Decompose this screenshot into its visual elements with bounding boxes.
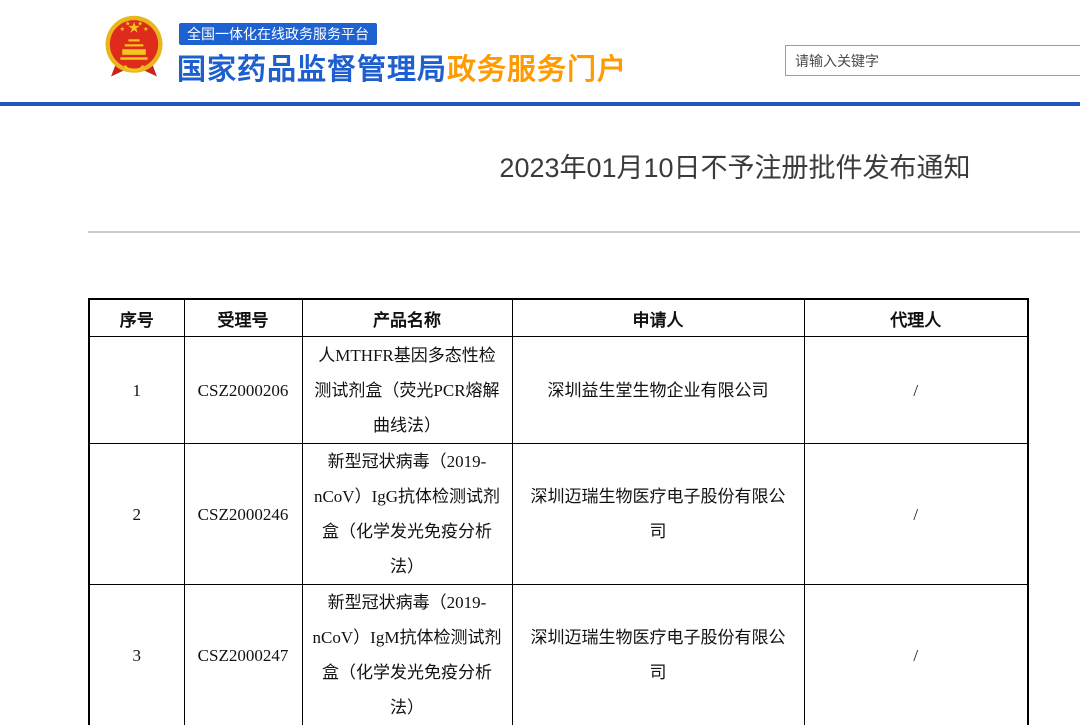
- svg-text:★: ★: [143, 26, 149, 33]
- cell-seq: 3: [89, 585, 184, 725]
- keyword-search-input[interactable]: [785, 45, 1080, 76]
- cell-product: 新型冠状病毒（2019-nCoV）IgM抗体检测试剂盒（化学发光免疫分析法）: [302, 585, 512, 725]
- site-header: ★ ★ ★ ★ ★ 全国一体化在线政务服务平台 国家药品监督管理局政务服务门户: [0, 0, 1080, 102]
- cell-applicant: 深圳迈瑞生物医疗电子股份有限公司: [512, 444, 804, 585]
- site-title-home-link[interactable]: 国家药品监督管理局政务服务门户: [177, 46, 627, 88]
- col-header-product: 产品名称: [302, 299, 512, 337]
- cell-seq: 2: [89, 444, 184, 585]
- col-header-acceptance: 受理号: [184, 299, 302, 337]
- portal-page: ★ ★ ★ ★ ★ 全国一体化在线政务服务平台 国家药品监督管理局政务服务门户 …: [0, 0, 1080, 725]
- table-row: 1 CSZ2000206 人MTHFR基因多态性检测试剂盒（荧光PCR熔解曲线法…: [89, 337, 1028, 444]
- table-row: 2 CSZ2000246 新型冠状病毒（2019-nCoV）IgG抗体检测试剂盒…: [89, 444, 1028, 585]
- title-divider-line: [88, 231, 1080, 233]
- col-header-applicant: 申请人: [512, 299, 804, 337]
- cell-acceptance: CSZ2000247: [184, 585, 302, 725]
- table-header-row: 序号 受理号 产品名称 申请人 代理人: [89, 299, 1028, 337]
- cell-agent: /: [804, 337, 1028, 444]
- national-emblem-icon: ★ ★ ★ ★ ★: [103, 12, 165, 84]
- cell-agent: /: [804, 444, 1028, 585]
- cell-acceptance: CSZ2000246: [184, 444, 302, 585]
- site-name-agency: 国家药品监督管理局: [177, 54, 447, 86]
- cell-acceptance: CSZ2000206: [184, 337, 302, 444]
- rejection-notice-table: 序号 受理号 产品名称 申请人 代理人 1 CSZ2000206 人MTHFR基…: [88, 298, 1029, 725]
- cell-product: 新型冠状病毒（2019-nCoV）IgG抗体检测试剂盒（化学发光免疫分析法）: [302, 444, 512, 585]
- cell-agent: /: [804, 585, 1028, 725]
- col-header-agent: 代理人: [804, 299, 1028, 337]
- notice-title: 2023年01月10日不予注册批件发布通知: [0, 146, 1080, 185]
- table-row: 3 CSZ2000247 新型冠状病毒（2019-nCoV）IgM抗体检测试剂盒…: [89, 585, 1028, 725]
- header-divider-rule: [0, 102, 1080, 106]
- cell-seq: 1: [89, 337, 184, 444]
- svg-text:★: ★: [125, 21, 131, 28]
- cell-applicant: 深圳迈瑞生物医疗电子股份有限公司: [512, 585, 804, 725]
- cell-product: 人MTHFR基因多态性检测试剂盒（荧光PCR熔解曲线法）: [302, 337, 512, 444]
- col-header-seq: 序号: [89, 299, 184, 337]
- site-name-portal: 政务服务门户: [447, 54, 627, 86]
- platform-badge: 全国一体化在线政务服务平台: [179, 23, 377, 45]
- cell-applicant: 深圳益生堂生物企业有限公司: [512, 337, 804, 444]
